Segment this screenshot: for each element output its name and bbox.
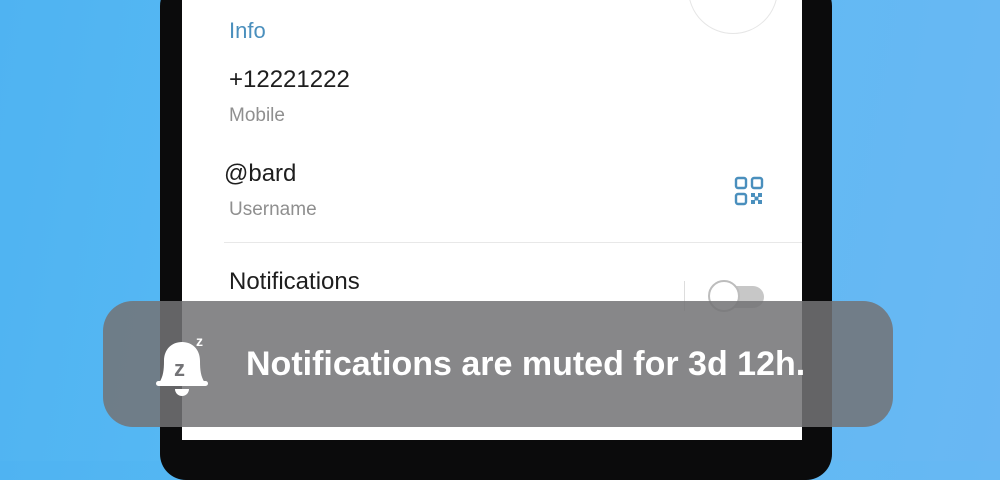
toast-message: Notifications are muted for 3d 12h.: [246, 345, 806, 383]
username-value[interactable]: @bard: [224, 160, 296, 188]
bell-snooze-icon: z z: [156, 333, 208, 396]
notifications-label[interactable]: Notifications: [229, 268, 360, 296]
phone-label: Mobile: [229, 105, 285, 126]
edit-fab-button[interactable]: [688, 0, 778, 34]
svg-text:z: z: [174, 356, 185, 381]
info-section-title: Info: [229, 18, 266, 43]
svg-text:z: z: [196, 333, 203, 349]
section-divider: [224, 242, 802, 243]
username-label: Username: [229, 199, 317, 220]
qr-code-icon[interactable]: [734, 176, 764, 206]
muted-toast: z z Notifications are muted for 3d 12h.: [103, 301, 893, 427]
phone-number[interactable]: +12221222: [229, 66, 350, 94]
